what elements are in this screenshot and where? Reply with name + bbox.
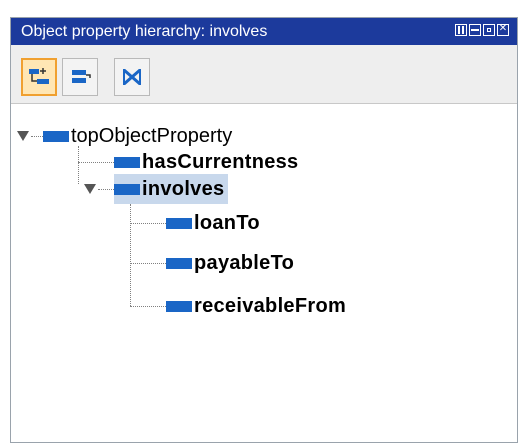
object-property-icon <box>43 130 69 142</box>
tree-node-receivableFrom[interactable]: receivableFrom <box>166 291 346 321</box>
toolbar <box>11 45 517 104</box>
property-tree: topObjectProperty hasCurrentness involve… <box>11 104 517 442</box>
add-sibling-property-button[interactable] <box>62 58 98 96</box>
add-sibling-icon <box>72 70 91 83</box>
tree-node-loanTo[interactable]: loanTo <box>166 208 260 238</box>
expand-toggle-icon[interactable] <box>84 184 96 194</box>
tree-node-label: payableTo <box>194 252 295 274</box>
object-property-icon <box>114 156 140 168</box>
restore-icon[interactable] <box>455 24 467 36</box>
tree-node-payableTo[interactable]: payableTo <box>166 248 294 278</box>
tree-connector <box>78 162 114 163</box>
tree-connector <box>130 263 166 264</box>
tree-node-involves[interactable]: involves <box>114 174 229 204</box>
add-subproperty-button[interactable] <box>21 58 57 96</box>
panel-title-bar[interactable]: Object property hierarchy: involves <box>11 18 517 45</box>
maximize-icon[interactable] <box>469 24 481 36</box>
window-buttons <box>455 22 509 38</box>
tree-connector <box>98 189 114 190</box>
object-property-icon <box>166 257 192 269</box>
object-property-icon <box>166 217 192 229</box>
tree-connector <box>130 223 166 224</box>
delete-property-button[interactable] <box>114 58 150 96</box>
delete-icon <box>123 68 141 86</box>
object-property-hierarchy-panel: Object property hierarchy: involves ✕ to… <box>10 17 518 443</box>
close-icon[interactable] <box>497 22 509 36</box>
object-property-icon <box>114 183 140 195</box>
expand-toggle-icon[interactable] <box>17 131 29 141</box>
tree-connector <box>130 204 131 306</box>
tree-connector <box>31 136 43 137</box>
add-subproperty-icon <box>29 68 49 84</box>
tree-node-label: hasCurrentness <box>142 151 299 173</box>
tree-connector <box>78 146 79 184</box>
tree-node-label: receivableFrom <box>194 295 347 317</box>
tree-node-label: involves <box>142 178 225 200</box>
minimize-icon[interactable] <box>483 24 495 36</box>
object-property-icon <box>166 300 192 312</box>
tree-node-label: loanTo <box>194 212 260 234</box>
panel-title: Object property hierarchy: involves <box>21 23 268 40</box>
tree-connector <box>130 306 166 307</box>
tree-node-hasCurrentness[interactable]: hasCurrentness <box>114 147 298 177</box>
